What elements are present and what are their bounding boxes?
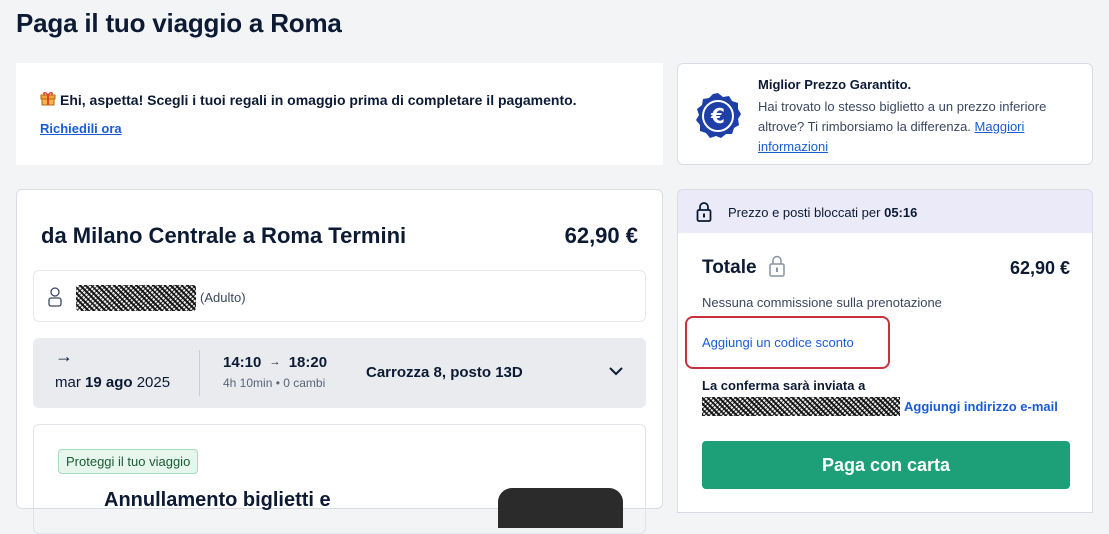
gift-message-row: Ehi, aspetta! Scegli i tuoi regali in om… [40, 90, 577, 109]
protect-badge: Proteggi il tuo viaggio [58, 449, 199, 474]
total-label: Totale [702, 257, 757, 278]
gift-icon [40, 90, 56, 109]
best-price-title: Miglior Prezzo Garantito. [758, 77, 912, 92]
best-price-card: € Miglior Prezzo Garantito. Hai trovato … [677, 63, 1093, 165]
price-lock-text: Prezzo e posti bloccati per 05:16 [728, 205, 917, 220]
total-price: 62,90 € [1009, 258, 1070, 278]
total-lock-icon [768, 254, 786, 283]
route-price: 62,90 € [564, 223, 638, 248]
passenger-row: (Adulto) [33, 270, 646, 322]
protect-trip-box: Proteggi il tuo viaggio Annullamento big… [33, 424, 646, 534]
confirmation-label: La conferma sarà inviata a [702, 378, 866, 393]
date-weekday: mar [55, 374, 81, 391]
protect-image [498, 488, 623, 528]
gift-message: Ehi, aspetta! Scegli i tuoi regali in om… [60, 91, 577, 108]
svg-text:€: € [710, 104, 725, 128]
email-redacted [702, 397, 900, 416]
price-lock-label: Prezzo e posti bloccati per [728, 205, 881, 220]
passenger-name-redacted [76, 285, 196, 311]
person-icon [48, 287, 62, 312]
passenger-type: (Adulto) [200, 290, 246, 305]
protect-headline: Annullamento biglietti e [104, 489, 331, 511]
date-year: 2025 [136, 374, 171, 391]
route-title: da Milano Centrale a Roma Termini [41, 223, 407, 248]
price-lock-banner: Prezzo e posti bloccati per 05:16 [677, 189, 1093, 234]
trip-card: da Milano Centrale a Roma Termini 62,90 … [16, 189, 663, 534]
train-duration: 4h 10min • 0 cambi [223, 376, 326, 390]
best-price-text: Hai trovato lo stesso biglietto a un pre… [758, 97, 1078, 157]
departure-time: 14:10 [223, 354, 262, 371]
arrival-time: 18:20 [288, 354, 328, 371]
train-times: 14:10 → 18:20 [223, 354, 327, 371]
add-email-link[interactable]: Aggiungi indirizzo e-mail [904, 399, 1058, 414]
direction-arrow-icon: → [55, 346, 73, 366]
euro-badge-icon: € [694, 92, 742, 145]
time-arrow-icon: → [269, 356, 281, 368]
price-lock-timer: 05:16 [884, 205, 918, 220]
gift-banner: Ehi, aspetta! Scegli i tuoi regali in om… [16, 63, 663, 165]
date-day: 19 ago [85, 374, 133, 391]
request-gifts-link[interactable]: Richiedili ora [40, 121, 122, 136]
pay-with-card-button[interactable]: Paga con carta [702, 441, 1070, 489]
train-segment[interactable]: → mar 19 ago 2025 14:10 → 18:20 4h 10min… [33, 338, 646, 408]
seat-info: Carrozza 8, posto 13D [366, 364, 523, 381]
no-commission-text: Nessuna commissione sulla prenotazione [702, 295, 942, 310]
total-card: Totale 62,90 € Nessuna commissione sulla… [677, 233, 1093, 513]
chevron-down-icon[interactable] [607, 362, 625, 380]
divider [199, 350, 200, 396]
add-discount-code-link[interactable]: Aggiungi un codice sconto [702, 335, 854, 350]
travel-date: mar 19 ago 2025 [55, 374, 170, 391]
lock-icon [696, 201, 712, 228]
page-title: Paga il tuo viaggio a Roma [16, 8, 342, 38]
